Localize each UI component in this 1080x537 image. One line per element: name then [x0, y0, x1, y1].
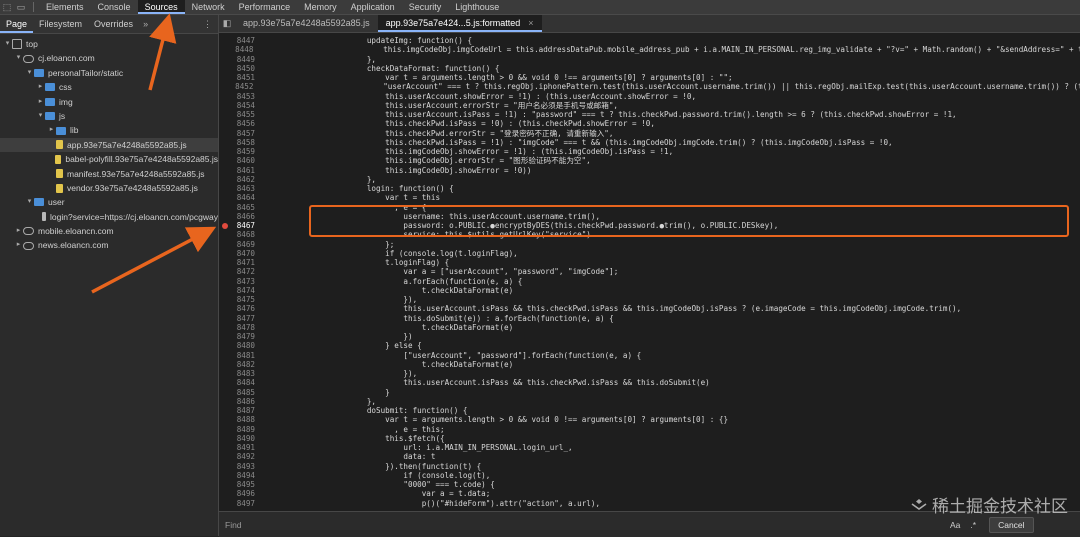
arrow-to-breakpoint — [91, 226, 217, 294]
arrow-to-sources-tab — [148, 13, 177, 91]
annotation-arrows — [91, 13, 217, 294]
